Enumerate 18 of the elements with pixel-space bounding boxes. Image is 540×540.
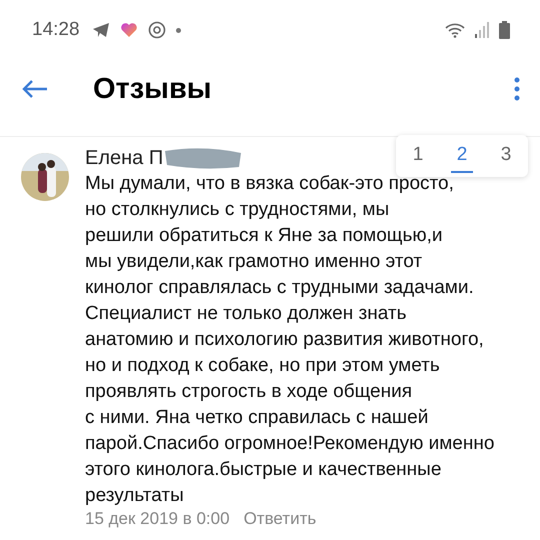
reply-link[interactable]: Ответить — [244, 509, 316, 529]
avatar — [21, 153, 69, 201]
status-time: 14:28 — [32, 19, 80, 41]
battery-icon — [499, 21, 510, 39]
author-name: Елена П — [85, 146, 164, 170]
more-options-icon[interactable] — [514, 77, 520, 101]
back-arrow-icon[interactable] — [22, 79, 48, 99]
signal-icon — [475, 22, 489, 38]
page-tab[interactable]: 3 — [494, 140, 518, 172]
page-tab[interactable]: 1 — [406, 140, 430, 172]
review-text: Мы думали, что в вязка собак-это просто, но столкнулись с трудностями, мы решили обратиться к Яне за помощью,и мы увидели,как грамотно именно этот кинолог справлялась с трудными задачами. Специалист не только должен знать анатомию и психологию развития животного, но и подход к собаке, но при этом уметь проявлять строгость в ходе общения с ними. Яна четко справилась с нашей парой.Спасибо огромное!Рекомендую именно этого кинолога.быстрые и качественные результаты — [85, 172, 494, 508]
comment-date: 15 дек 2019 в 0:00 — [85, 509, 230, 529]
wifi-icon — [445, 22, 465, 38]
dot-icon — [176, 28, 181, 32]
heart-icon — [120, 22, 138, 38]
send-icon — [92, 22, 110, 38]
page-title: Отзывы — [93, 72, 212, 106]
page-tab[interactable]: 2 — [450, 140, 474, 172]
